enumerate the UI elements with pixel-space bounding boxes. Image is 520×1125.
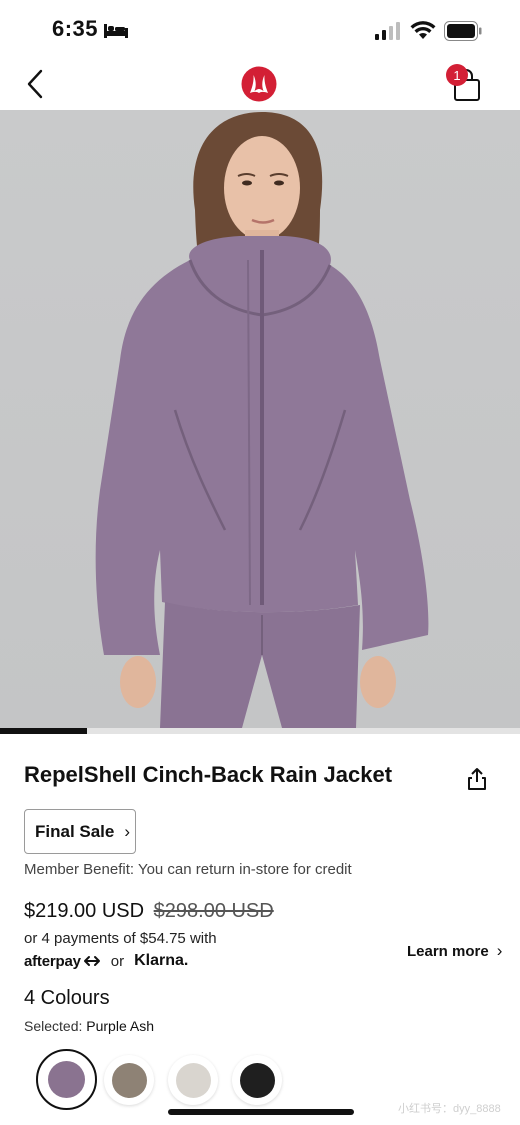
afterpay-arrows-icon xyxy=(83,956,100,966)
or-text: or xyxy=(110,952,125,970)
product-image[interactable] xyxy=(0,110,520,728)
afterpay-logo: afterpay xyxy=(24,952,81,970)
bed-icon xyxy=(104,24,128,38)
member-benefit-text: Member Benefit: You can return in-store … xyxy=(24,861,352,878)
lululemon-logo[interactable] xyxy=(241,66,277,102)
image-carousel-progress[interactable] xyxy=(0,728,520,734)
klarna-logo: Klarna. xyxy=(134,952,189,969)
chevron-right-icon: › xyxy=(496,941,503,960)
selected-label: Selected: xyxy=(24,1018,83,1034)
watermark: 小红书号：dyy_8888 xyxy=(398,1103,501,1115)
payment-providers: afterpay or Klarna. xyxy=(24,952,188,970)
model-illustration xyxy=(95,112,429,728)
battery-icon xyxy=(444,21,482,41)
swatch-bone[interactable] xyxy=(176,1063,211,1098)
price-current: $219.00 USD xyxy=(24,900,145,922)
selected-colour: Selected: Purple Ash xyxy=(24,1018,154,1034)
carousel-progress-fill xyxy=(0,728,87,734)
top-nav: 1 xyxy=(0,60,520,110)
bag-button[interactable]: 1 xyxy=(446,64,486,104)
home-indicator xyxy=(168,1109,354,1115)
status-bar: 6:35 xyxy=(0,0,520,60)
final-sale-label: Final Sale xyxy=(35,821,115,841)
share-icon xyxy=(468,768,486,790)
colours-heading: 4 Colours xyxy=(24,987,110,1009)
bag-count-badge: 1 xyxy=(446,64,468,86)
status-time: 6:35 xyxy=(52,16,99,41)
learn-more-label: Learn more xyxy=(407,942,489,960)
chevron-right-icon: › xyxy=(124,821,131,841)
signal-icon xyxy=(375,22,400,40)
back-button[interactable] xyxy=(20,66,50,102)
selected-value: Purple Ash xyxy=(86,1018,154,1034)
wifi-icon xyxy=(410,21,436,39)
learn-more-link[interactable]: Learn more › xyxy=(407,941,502,961)
swatch-purple-ash[interactable] xyxy=(48,1061,85,1098)
installments-text: or 4 payments of $54.75 with xyxy=(24,930,217,947)
final-sale-button[interactable]: Final Sale › xyxy=(24,809,136,854)
swatch-taupe[interactable] xyxy=(112,1063,147,1098)
share-button[interactable] xyxy=(464,766,490,792)
price-row: $219.00 USD $298.00 USD xyxy=(24,900,274,923)
price-original: $298.00 USD xyxy=(153,900,274,922)
swatch-black[interactable] xyxy=(240,1063,275,1098)
chevron-left-icon xyxy=(27,69,43,99)
product-title: RepelShell Cinch-Back Rain Jacket xyxy=(24,762,393,787)
